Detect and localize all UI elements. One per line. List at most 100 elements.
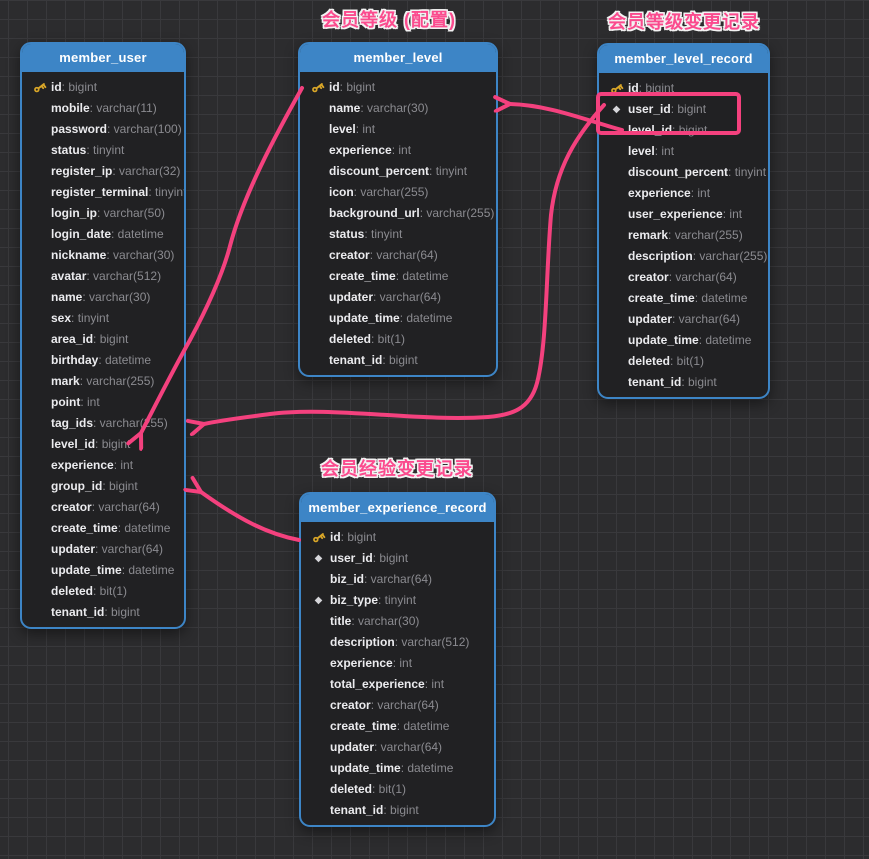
field-row-remark[interactable]: remark: varchar(255) (605, 225, 764, 246)
field-row-tenant_id[interactable]: tenant_id: bigint (28, 602, 180, 623)
field-row-status[interactable]: status: tinyint (306, 224, 492, 245)
field-row-tenant_id[interactable]: tenant_id: bigint (306, 350, 492, 371)
field-name: discount_percent (329, 161, 429, 182)
field-row-update_time[interactable]: update_time: datetime (28, 560, 180, 581)
table-fields: id: bigint◆user_id: bigintlevel_id: bigi… (599, 73, 768, 397)
field-name: updater (628, 309, 672, 330)
field-name: tenant_id (51, 602, 104, 623)
field-row-updater[interactable]: updater: varchar(64) (605, 309, 764, 330)
table-member-user[interactable]: member_user id: bigintmobile: varchar(11… (20, 42, 186, 629)
field-row-sex[interactable]: sex: tinyint (28, 308, 180, 329)
field-row-updater[interactable]: updater: varchar(64) (307, 737, 490, 758)
field-row-creator[interactable]: creator: varchar(64) (307, 695, 490, 716)
field-name: avatar (51, 266, 86, 287)
field-row-avatar[interactable]: avatar: varchar(512) (28, 266, 180, 287)
field-row-experience[interactable]: experience: int (605, 183, 764, 204)
index-diamond-icon: ◆ (605, 99, 628, 120)
field-row-deleted[interactable]: deleted: bit(1) (605, 351, 764, 372)
field-row-create_time[interactable]: create_time: datetime (605, 288, 764, 309)
field-row-nickname[interactable]: nickname: varchar(30) (28, 245, 180, 266)
table-member-level-record[interactable]: member_level_record id: bigint◆user_id: … (597, 43, 770, 399)
field-name: deleted (628, 351, 670, 372)
field-row-create_time[interactable]: create_time: datetime (307, 716, 490, 737)
table-title-member-experience-record[interactable]: member_experience_record (301, 494, 494, 522)
field-type: : tinyint (86, 140, 124, 161)
field-row-level_id[interactable]: level_id: bigint (28, 434, 180, 455)
field-row-status[interactable]: status: tinyint (28, 140, 180, 161)
field-row-mobile[interactable]: mobile: varchar(11) (28, 98, 180, 119)
primary-key-icon (306, 80, 329, 95)
field-name: biz_id (330, 569, 364, 590)
field-row-login_date[interactable]: login_date: datetime (28, 224, 180, 245)
table-member-level[interactable]: member_level id: bigintname: varchar(30)… (298, 42, 498, 377)
field-row-biz_type[interactable]: ◆biz_type: tinyint (307, 590, 490, 611)
field-row-level[interactable]: level: int (306, 119, 492, 140)
field-row-experience[interactable]: experience: int (307, 653, 490, 674)
field-name: update_time (51, 560, 122, 581)
field-row-user_id[interactable]: ◆user_id: bigint (307, 548, 490, 569)
field-row-background_url[interactable]: background_url: varchar(255) (306, 203, 492, 224)
field-row-experience[interactable]: experience: int (28, 455, 180, 476)
field-row-id[interactable]: id: bigint (28, 77, 180, 98)
field-name: level_id (51, 434, 95, 455)
field-row-name[interactable]: name: varchar(30) (306, 98, 492, 119)
field-row-create_time[interactable]: create_time: datetime (306, 266, 492, 287)
field-row-register_terminal[interactable]: register_terminal: tinyint (28, 182, 180, 203)
field-row-id[interactable]: id: bigint (605, 78, 764, 99)
field-row-name[interactable]: name: varchar(30) (28, 287, 180, 308)
field-name: deleted (330, 779, 372, 800)
field-type: : bit(1) (371, 329, 405, 350)
field-row-user_experience[interactable]: user_experience: int (605, 204, 764, 225)
field-name: updater (51, 539, 95, 560)
field-row-creator[interactable]: creator: varchar(64) (306, 245, 492, 266)
field-row-id[interactable]: id: bigint (307, 527, 490, 548)
field-row-update_time[interactable]: update_time: datetime (306, 308, 492, 329)
field-row-birthday[interactable]: birthday: datetime (28, 350, 180, 371)
field-row-icon[interactable]: icon: varchar(255) (306, 182, 492, 203)
field-row-login_ip[interactable]: login_ip: varchar(50) (28, 203, 180, 224)
field-row-group_id[interactable]: group_id: bigint (28, 476, 180, 497)
field-row-creator[interactable]: creator: varchar(64) (605, 267, 764, 288)
field-name: remark (628, 225, 668, 246)
field-row-biz_id[interactable]: biz_id: varchar(64) (307, 569, 490, 590)
er-diagram-canvas: 会员等级 (配置) 会员等级变更记录 会员经验变更记录 member_user … (0, 0, 869, 859)
field-row-create_time[interactable]: create_time: datetime (28, 518, 180, 539)
field-row-update_time[interactable]: update_time: datetime (307, 758, 490, 779)
field-row-title[interactable]: title: varchar(30) (307, 611, 490, 632)
field-row-deleted[interactable]: deleted: bit(1) (307, 779, 490, 800)
field-row-deleted[interactable]: deleted: bit(1) (28, 581, 180, 602)
field-row-user_id[interactable]: ◆user_id: bigint (605, 99, 764, 120)
field-name: create_time (51, 518, 118, 539)
field-row-tenant_id[interactable]: tenant_id: bigint (605, 372, 764, 393)
field-row-experience[interactable]: experience: int (306, 140, 492, 161)
field-type: : varchar(30) (351, 611, 419, 632)
field-row-tenant_id[interactable]: tenant_id: bigint (307, 800, 490, 821)
field-row-deleted[interactable]: deleted: bit(1) (306, 329, 492, 350)
field-type: : varchar(100) (107, 119, 182, 140)
field-row-mark[interactable]: mark: varchar(255) (28, 371, 180, 392)
field-row-level_id[interactable]: level_id: bigint (605, 120, 764, 141)
table-title-member-user[interactable]: member_user (22, 44, 184, 72)
field-row-update_time[interactable]: update_time: datetime (605, 330, 764, 351)
field-name: creator (51, 497, 92, 518)
table-title-member-level[interactable]: member_level (300, 44, 496, 72)
field-row-point[interactable]: point: int (28, 392, 180, 413)
field-row-description[interactable]: description: varchar(512) (307, 632, 490, 653)
field-row-updater[interactable]: updater: varchar(64) (28, 539, 180, 560)
field-row-register_ip[interactable]: register_ip: varchar(32) (28, 161, 180, 182)
field-name: register_ip (51, 161, 112, 182)
field-row-discount_percent[interactable]: discount_percent: tinyint (306, 161, 492, 182)
field-row-total_experience[interactable]: total_experience: int (307, 674, 490, 695)
table-member-experience-record[interactable]: member_experience_record id: bigint◆user… (299, 492, 496, 827)
field-row-creator[interactable]: creator: varchar(64) (28, 497, 180, 518)
field-row-updater[interactable]: updater: varchar(64) (306, 287, 492, 308)
field-row-description[interactable]: description: varchar(255) (605, 246, 764, 267)
field-row-discount_percent[interactable]: discount_percent: tinyint (605, 162, 764, 183)
field-row-level[interactable]: level: int (605, 141, 764, 162)
table-title-member-level-record[interactable]: member_level_record (599, 45, 768, 73)
field-row-area_id[interactable]: area_id: bigint (28, 329, 180, 350)
primary-key-icon (28, 80, 51, 95)
field-row-id[interactable]: id: bigint (306, 77, 492, 98)
field-row-password[interactable]: password: varchar(100) (28, 119, 180, 140)
field-row-tag_ids[interactable]: tag_ids: varchar(255) (28, 413, 180, 434)
